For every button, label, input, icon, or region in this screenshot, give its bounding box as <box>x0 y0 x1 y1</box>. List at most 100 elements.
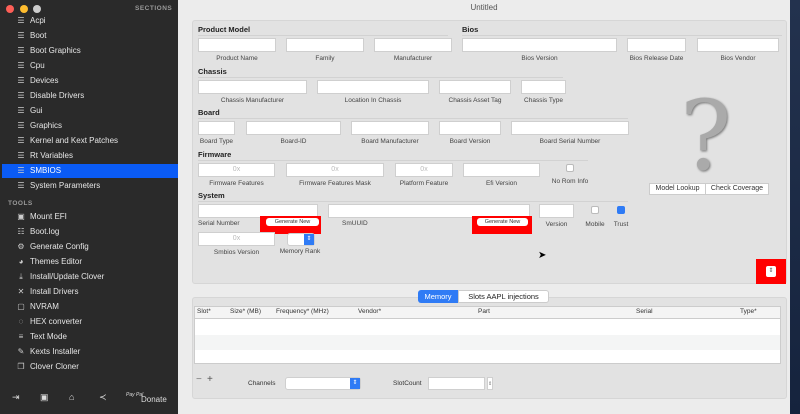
tab-slots-aapl-injections[interactable]: Slots AAPL injections <box>458 290 549 303</box>
tool-item-themes-editor[interactable]: ◕ Themes Editor <box>2 255 178 269</box>
sidebar-item-cpu[interactable]: ☰ Cpu <box>2 59 178 73</box>
add-row-button[interactable]: + <box>207 374 213 385</box>
platform-feature-label: Platform Feature <box>399 180 449 187</box>
sidebar-item-smbios[interactable]: ☰ SMBIOS <box>2 164 178 178</box>
list-icon: ☰ <box>17 106 25 115</box>
sidebar-item-boot[interactable]: ☰ Boot <box>2 29 178 43</box>
bios-vendor-field[interactable] <box>697 38 779 52</box>
sidebar-item-disable-drivers[interactable]: ☰ Disable Drivers <box>2 89 178 103</box>
system-divider <box>198 201 628 202</box>
column-header[interactable]: Vendor* <box>358 308 381 315</box>
list-icon: ☰ <box>17 61 25 70</box>
donate-button[interactable]: Donate <box>141 395 167 404</box>
column-header[interactable]: Size* (MB) <box>230 308 261 315</box>
tool-item-hex-converter[interactable]: ◌ HEX converter <box>2 315 178 329</box>
sidebar-item-label: Gui <box>30 106 43 115</box>
sidebar-item-label: Cpu <box>30 61 45 70</box>
bios-version-field[interactable] <box>462 38 617 52</box>
check-coverage-button[interactable]: Check Coverage <box>705 183 769 195</box>
board-serial-number-label: Board Serial Number <box>539 138 601 145</box>
product-model-divider <box>198 35 448 36</box>
product-name-field[interactable] <box>198 38 276 52</box>
zoom-button[interactable] <box>33 5 41 13</box>
smbios-version-field[interactable]: 0x <box>198 232 275 246</box>
no-rom-info-checkbox[interactable] <box>566 164 574 172</box>
sidebar-item-label: Acpi <box>30 16 46 25</box>
efi-version-field[interactable] <box>463 163 540 177</box>
family-field[interactable] <box>286 38 364 52</box>
system-heading: System <box>198 191 225 200</box>
tool-item-label: NVRAM <box>30 302 59 311</box>
board-divider <box>198 118 628 119</box>
sidebar-item-kernel-and-kext-patches[interactable]: ☰ Kernel and Kext Patches <box>2 134 178 148</box>
board-version-field[interactable] <box>439 121 501 135</box>
sidebar-item-boot-graphics[interactable]: ☰ Boot Graphics <box>2 44 178 58</box>
tool-item-label: Install Drivers <box>30 287 79 296</box>
trust-checkbox[interactable] <box>617 206 625 214</box>
sidebar-item-label: SMBIOS <box>30 166 62 175</box>
tool-item-install-drivers[interactable]: ✕ Install Drivers <box>2 285 178 299</box>
sidebar-item-label: Boot Graphics <box>30 46 81 55</box>
memory-rank-select[interactable]: ⇕ <box>287 233 315 246</box>
board-type-field[interactable] <box>198 121 235 135</box>
chassis-type-field[interactable] <box>521 80 566 94</box>
board-id-field[interactable] <box>246 121 341 135</box>
version-field[interactable] <box>539 204 574 218</box>
list-icon: ☰ <box>17 166 25 175</box>
stepper-icon[interactable]: ⇕ <box>766 266 776 277</box>
share-icon[interactable]: ≺ <box>99 392 107 403</box>
generate-serial-button[interactable]: Generate New <box>266 218 319 226</box>
sidebar-item-devices[interactable]: ☰ Devices <box>2 74 178 88</box>
sidebar-item-acpi[interactable]: ☰ Acpi <box>2 14 178 28</box>
tool-item-generate-config[interactable]: ⚙ Generate Config <box>2 240 178 254</box>
sidebar-item-gui[interactable]: ☰ Gui <box>2 104 178 118</box>
tool-item-text-mode[interactable]: ≡ Text Mode <box>2 330 178 344</box>
slotcount-stepper[interactable]: ⇕ <box>487 377 493 390</box>
channels-select[interactable]: ⇕ <box>285 377 361 390</box>
tab-memory[interactable]: Memory <box>418 290 458 303</box>
tool-item-nvram[interactable]: ▢ NVRAM <box>2 300 178 314</box>
firmware-features-mask-field[interactable]: 0x <box>286 163 384 177</box>
chassis-type-label: Chassis Type <box>524 97 563 104</box>
board-serial-number-field[interactable] <box>511 121 629 135</box>
tool-item-label: Text Mode <box>30 332 67 341</box>
tools-icon: ✕ <box>17 287 25 296</box>
home-icon[interactable]: ⌂ <box>69 392 74 402</box>
import-icon[interactable]: ⇥ <box>12 392 20 403</box>
generate-smuuid-button[interactable]: Generate New <box>477 218 528 226</box>
clone-icon: ❐ <box>17 362 25 371</box>
bios-release-date-field[interactable] <box>627 38 686 52</box>
sidebar: SECTIONS ☰ Acpi ☰ Boot ☰ Boot Graphics ☰ Cpu ☰ De… <box>0 0 178 414</box>
list-icon: ☰ <box>17 46 25 55</box>
tool-item-clover-cloner[interactable]: ❐ Clover Cloner <box>2 360 178 374</box>
sidebar-item-rt-variables[interactable]: ☰ Rt Variables <box>2 149 178 163</box>
chassis-asset-tag-field[interactable] <box>439 80 511 94</box>
platform-feature-field[interactable]: 0x <box>395 163 453 177</box>
column-header[interactable]: Slot* <box>197 308 211 315</box>
manufacturer-field[interactable] <box>374 38 452 52</box>
slotcount-field[interactable] <box>428 377 485 390</box>
remove-row-button[interactable]: − <box>196 374 202 385</box>
close-button[interactable] <box>6 5 14 13</box>
column-header[interactable]: Serial <box>636 308 653 315</box>
column-header[interactable]: Part <box>478 308 490 315</box>
tool-item-boot-log[interactable]: ☷ Boot.log <box>2 225 178 239</box>
list-icon: ☰ <box>17 91 25 100</box>
location-in-chassis-field[interactable] <box>317 80 429 94</box>
board-manufacturer-field[interactable] <box>351 121 429 135</box>
tool-item-install-update-clover[interactable]: ⤓ Install/Update Clover <box>2 270 178 284</box>
tool-item-kexts-installer[interactable]: ✎ Kexts Installer <box>2 345 178 359</box>
column-header[interactable]: Frequency* (MHz) <box>276 308 329 315</box>
column-header[interactable]: Type* <box>740 308 757 315</box>
export-icon[interactable]: ▣ <box>40 392 49 403</box>
firmware-features-field[interactable]: 0x <box>198 163 275 177</box>
model-lookup-button[interactable]: Model Lookup <box>649 183 706 195</box>
sidebar-item-system-parameters[interactable]: ☰ System Parameters <box>2 179 178 193</box>
mobile-checkbox[interactable] <box>591 206 599 214</box>
minimize-button[interactable] <box>20 5 28 13</box>
firmware-features-mask-label: Firmware Features Mask <box>299 180 371 187</box>
sidebar-item-graphics[interactable]: ☰ Graphics <box>2 119 178 133</box>
tool-item-label: Mount EFI <box>30 212 67 221</box>
tool-item-mount-efi[interactable]: ▣ Mount EFI <box>2 210 178 224</box>
chassis-manufacturer-field[interactable] <box>198 80 307 94</box>
